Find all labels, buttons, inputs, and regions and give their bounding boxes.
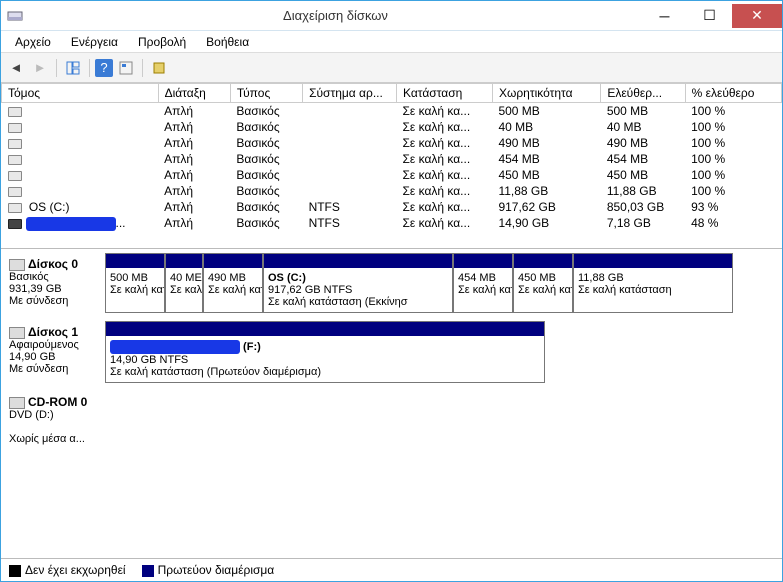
menu-view[interactable]: Προβολή: [130, 33, 194, 51]
menu-file[interactable]: Αρχείο: [7, 33, 59, 51]
drive-icon: [8, 107, 22, 117]
properties-icon[interactable]: [115, 57, 137, 79]
back-button[interactable]: ◄: [5, 57, 27, 79]
disk-row: Δίσκος 0Βασικός931,39 GBΜε σύνδεση500 MB…: [5, 253, 778, 313]
drive-icon: [8, 155, 22, 165]
col-status[interactable]: Κατάσταση: [396, 84, 492, 103]
table-row[interactable]: ΑπλήΒασικόςΣε καλή κα...450 MB450 MB100 …: [2, 167, 782, 183]
col-fs[interactable]: Σύστημα αρ...: [303, 84, 397, 103]
disk-icon: [9, 259, 25, 271]
partition[interactable]: 490 MBΣε καλή κατ: [203, 253, 263, 313]
table-row[interactable]: OS (C:)ΑπλήΒασικόςNTFSΣε καλή κα...917,6…: [2, 199, 782, 215]
table-row[interactable]: ...ΑπλήΒασικόςNTFSΣε καλή κα...14,90 GB7…: [2, 215, 782, 232]
partition[interactable]: (F:)14,90 GB NTFSΣε καλή κατάσταση (Πρωτ…: [105, 321, 545, 383]
drive-icon: [8, 171, 22, 181]
partition[interactable]: OS (C:)917,62 GB NTFSΣε καλή κατάσταση (…: [263, 253, 453, 313]
refresh-icon[interactable]: [148, 57, 170, 79]
col-type[interactable]: Τύπος: [230, 84, 302, 103]
table-row[interactable]: ΑπλήΒασικόςΣε καλή κα...490 MB490 MB100 …: [2, 135, 782, 151]
table-row[interactable]: ΑπλήΒασικόςΣε καλή κα...454 MB454 MB100 …: [2, 151, 782, 167]
app-icon: [7, 8, 23, 24]
legend: Δεν έχει εκχωρηθεί Πρωτεύον διαμέρισμα: [1, 558, 782, 581]
window-title: Διαχείριση δίσκων: [29, 8, 642, 23]
legend-primary: Πρωτεύον διαμέρισμα: [158, 563, 275, 577]
partition[interactable]: 500 MBΣε καλή κατ: [105, 253, 165, 313]
disk-row: Δίσκος 1Αφαιρούμενος14,90 GBΜε σύνδεση (…: [5, 321, 778, 383]
disk-row: CD-ROM 0DVD (D:)Χωρίς μέσα α...: [5, 391, 778, 449]
col-volume[interactable]: Τόμος: [2, 84, 159, 103]
table-row[interactable]: ΑπλήΒασικόςΣε καλή κα...11,88 GB11,88 GB…: [2, 183, 782, 199]
titlebar: Διαχείριση δίσκων ─ ☐ ✕: [1, 1, 782, 31]
disk-label[interactable]: Δίσκος 1Αφαιρούμενος14,90 GBΜε σύνδεση: [5, 321, 105, 383]
table-row[interactable]: ΑπλήΒασικόςΣε καλή κα...40 MB40 MB100 %: [2, 119, 782, 135]
disk-label[interactable]: Δίσκος 0Βασικός931,39 GBΜε σύνδεση: [5, 253, 105, 313]
disk-label[interactable]: CD-ROM 0DVD (D:)Χωρίς μέσα α...: [5, 391, 105, 449]
unallocated-swatch: [9, 565, 21, 577]
toolbar: ◄ ► ?: [1, 53, 782, 83]
drive-icon: [8, 219, 22, 229]
volume-table[interactable]: ΤόμοςΔιάταξηΤύποςΣύστημα αρ...ΚατάστασηΧ…: [1, 83, 782, 249]
drive-icon: [8, 203, 22, 213]
help-icon[interactable]: ?: [95, 59, 113, 77]
col-free[interactable]: Ελεύθερ...: [601, 84, 685, 103]
legend-unallocated: Δεν έχει εκχωρηθεί: [25, 563, 126, 577]
maximize-button[interactable]: ☐: [687, 4, 732, 28]
view-toggle-icon[interactable]: [62, 57, 84, 79]
partition[interactable]: 11,88 GBΣε καλή κατάσταση: [573, 253, 733, 313]
drive-icon: [8, 139, 22, 149]
menu-action[interactable]: Ενέργεια: [63, 33, 126, 51]
col-pct[interactable]: % ελεύθερο: [685, 84, 781, 103]
disk-icon: [9, 397, 25, 409]
partition[interactable]: 450 MBΣε καλή κατ: [513, 253, 573, 313]
primary-swatch: [142, 565, 154, 577]
table-row[interactable]: ΑπλήΒασικόςΣε καλή κα...500 MB500 MB100 …: [2, 103, 782, 120]
minimize-button[interactable]: ─: [642, 4, 687, 28]
menubar: Αρχείο Ενέργεια Προβολή Βοήθεια: [1, 31, 782, 53]
menu-help[interactable]: Βοήθεια: [198, 33, 257, 51]
forward-button[interactable]: ►: [29, 57, 51, 79]
drive-icon: [8, 123, 22, 133]
partition[interactable]: 40 MEΣε καλ: [165, 253, 203, 313]
drive-icon: [8, 187, 22, 197]
partition[interactable]: 454 MBΣε καλή κατ: [453, 253, 513, 313]
col-capacity[interactable]: Χωρητικότητα: [492, 84, 600, 103]
col-layout[interactable]: Διάταξη: [158, 84, 230, 103]
disk-icon: [9, 327, 25, 339]
graphical-view[interactable]: Δίσκος 0Βασικός931,39 GBΜε σύνδεση500 MB…: [1, 249, 782, 558]
close-button[interactable]: ✕: [732, 4, 782, 28]
